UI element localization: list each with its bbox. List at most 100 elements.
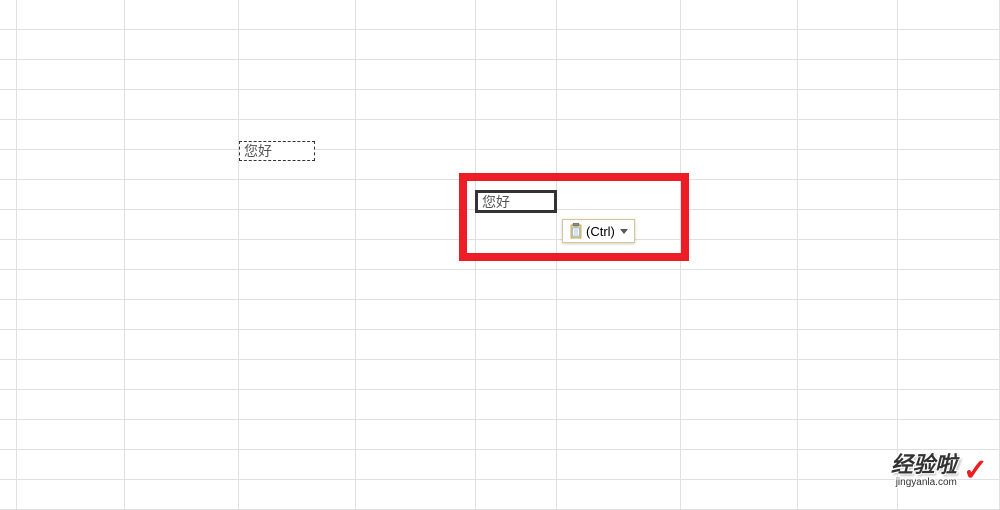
grid-cell[interactable] — [125, 150, 239, 180]
grid-cell[interactable] — [125, 210, 239, 240]
grid-cell[interactable] — [17, 390, 125, 420]
grid-cell[interactable] — [356, 390, 476, 420]
grid-cell[interactable] — [798, 390, 898, 420]
grid-cell[interactable] — [239, 30, 356, 60]
grid-cell[interactable] — [239, 390, 356, 420]
grid-cell[interactable] — [239, 0, 356, 30]
grid-cell[interactable] — [239, 180, 356, 210]
grid-cell[interactable] — [0, 360, 17, 390]
grid-cell[interactable] — [798, 480, 898, 510]
grid-cell[interactable] — [898, 420, 1000, 450]
grid-cell[interactable] — [356, 60, 476, 90]
grid-cell[interactable] — [557, 360, 681, 390]
grid-cell[interactable] — [898, 120, 1000, 150]
grid-cell[interactable] — [17, 300, 125, 330]
grid-cell[interactable] — [0, 180, 17, 210]
grid-cell[interactable] — [125, 180, 239, 210]
grid-cell[interactable] — [0, 240, 17, 270]
grid-cell[interactable] — [239, 480, 356, 510]
grid-cell[interactable] — [476, 120, 557, 150]
grid-cell[interactable] — [798, 450, 898, 480]
grid-cell[interactable] — [0, 480, 17, 510]
grid-cell[interactable] — [681, 420, 798, 450]
grid-cell[interactable] — [681, 180, 798, 210]
grid-cell[interactable] — [476, 270, 557, 300]
grid-cell[interactable] — [557, 450, 681, 480]
grid-cell[interactable] — [798, 60, 898, 90]
grid-cell[interactable] — [239, 270, 356, 300]
grid-cell[interactable] — [0, 120, 17, 150]
grid-cell[interactable] — [239, 330, 356, 360]
grid-cell[interactable] — [557, 150, 681, 180]
grid-cell[interactable] — [557, 90, 681, 120]
grid-cell[interactable] — [681, 90, 798, 120]
grid-cell[interactable] — [681, 390, 798, 420]
grid-cell[interactable] — [898, 90, 1000, 120]
grid-cell[interactable] — [557, 30, 681, 60]
grid-cell[interactable] — [898, 390, 1000, 420]
grid-cell[interactable] — [798, 0, 898, 30]
grid-cell[interactable] — [476, 60, 557, 90]
grid-cell[interactable] — [125, 420, 239, 450]
grid-cell[interactable] — [557, 0, 681, 30]
grid-cell[interactable] — [898, 210, 1000, 240]
grid-cell[interactable] — [239, 60, 356, 90]
grid-cell[interactable] — [557, 300, 681, 330]
grid-cell[interactable] — [0, 30, 17, 60]
grid-cell[interactable] — [0, 0, 17, 30]
grid-cell[interactable] — [557, 330, 681, 360]
grid-cell[interactable] — [476, 210, 557, 240]
grid-cell[interactable] — [17, 180, 125, 210]
grid-cell[interactable] — [798, 420, 898, 450]
grid-cell[interactable] — [681, 240, 798, 270]
grid-cell[interactable] — [356, 240, 476, 270]
grid-cell[interactable] — [476, 450, 557, 480]
grid-cell[interactable] — [898, 270, 1000, 300]
grid-cell[interactable] — [681, 450, 798, 480]
grid-cell[interactable] — [476, 90, 557, 120]
grid-cell[interactable] — [0, 330, 17, 360]
grid-cell[interactable] — [17, 480, 125, 510]
grid-cell[interactable] — [356, 360, 476, 390]
grid-cell[interactable] — [239, 210, 356, 240]
grid-cell[interactable] — [476, 0, 557, 30]
grid-cell[interactable] — [681, 120, 798, 150]
grid-cell[interactable] — [476, 240, 557, 270]
grid-cell[interactable] — [356, 150, 476, 180]
grid-cell[interactable] — [898, 360, 1000, 390]
grid-cell[interactable] — [798, 330, 898, 360]
grid-cell[interactable] — [898, 30, 1000, 60]
grid-cell[interactable] — [239, 90, 356, 120]
paste-options-button[interactable]: (Ctrl) — [562, 219, 635, 243]
grid-cell[interactable] — [557, 420, 681, 450]
grid-cell[interactable] — [681, 0, 798, 30]
grid-cell[interactable] — [356, 270, 476, 300]
pasted-cell-active[interactable]: 您好 — [475, 190, 557, 213]
grid-cell[interactable] — [17, 210, 125, 240]
grid-cell[interactable] — [898, 60, 1000, 90]
grid-cell[interactable] — [125, 300, 239, 330]
grid-cell[interactable] — [125, 480, 239, 510]
grid-cell[interactable] — [798, 240, 898, 270]
grid-cell[interactable] — [798, 360, 898, 390]
grid-cell[interactable] — [798, 300, 898, 330]
grid-cell[interactable] — [681, 330, 798, 360]
grid-cell[interactable] — [898, 0, 1000, 30]
grid-cell[interactable] — [17, 330, 125, 360]
grid-cell[interactable] — [798, 30, 898, 60]
grid-cell[interactable] — [898, 150, 1000, 180]
grid-cell[interactable] — [17, 420, 125, 450]
grid-cell[interactable] — [17, 0, 125, 30]
grid-cell[interactable] — [17, 450, 125, 480]
grid-cell[interactable] — [17, 60, 125, 90]
grid-cell[interactable] — [239, 450, 356, 480]
grid-cell[interactable] — [0, 450, 17, 480]
spreadsheet-grid[interactable]: 您好 您好 (Ctrl) 经验啦 jingyanla.com ✓ — [0, 0, 1000, 500]
grid-cell[interactable] — [356, 120, 476, 150]
grid-cell[interactable] — [17, 150, 125, 180]
grid-cell[interactable] — [476, 30, 557, 60]
grid-cell[interactable] — [557, 180, 681, 210]
grid-cell[interactable] — [17, 270, 125, 300]
grid-cell[interactable] — [356, 480, 476, 510]
grid-cell[interactable] — [476, 300, 557, 330]
